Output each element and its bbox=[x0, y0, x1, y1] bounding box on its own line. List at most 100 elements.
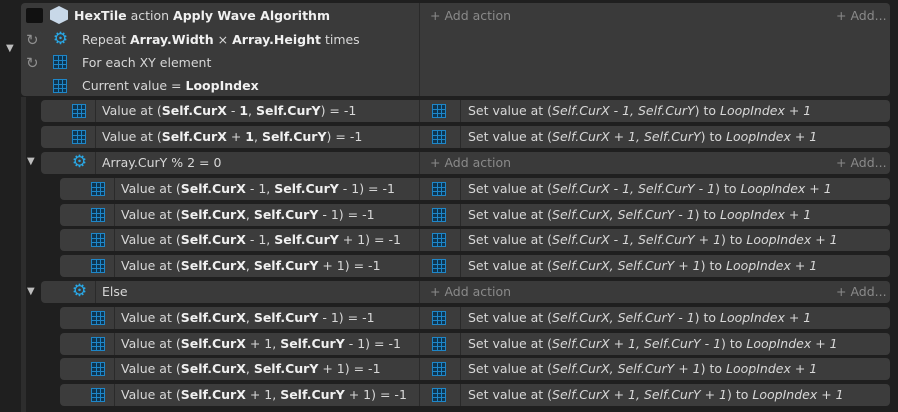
array-icon bbox=[432, 104, 446, 118]
header-add-action[interactable]: + Add action bbox=[430, 6, 511, 26]
group2-condition[interactable]: Else bbox=[102, 282, 128, 302]
sub-event-indent bbox=[21, 97, 26, 412]
system-gear-icon: ⚙ bbox=[71, 281, 88, 301]
group1-add-more[interactable]: + Add... bbox=[836, 153, 887, 173]
row-divider bbox=[419, 358, 420, 380]
action-header-title[interactable]: HexTile action Apply Wave Algorithm bbox=[74, 6, 330, 26]
for-each-condition[interactable]: For each XY element bbox=[82, 53, 211, 73]
condition-text[interactable]: Value at (Self.CurX, Self.CurY + 1) = -1 bbox=[121, 256, 381, 276]
row-icon-divider bbox=[114, 229, 115, 251]
group1-add-action[interactable]: + Add action bbox=[430, 153, 511, 173]
action-name: Apply Wave Algorithm bbox=[173, 8, 330, 23]
array-icon bbox=[53, 55, 67, 69]
condition-text[interactable]: Value at (Self.CurX + 1, Self.CurY) = -1 bbox=[102, 127, 362, 147]
action-text[interactable]: Set value at (Self.CurX + 1, Self.CurY +… bbox=[468, 385, 844, 405]
row-icon-divider bbox=[460, 384, 461, 406]
array-icon bbox=[91, 362, 105, 376]
array-icon bbox=[432, 337, 446, 351]
row-icon-divider bbox=[114, 384, 115, 406]
action-text[interactable]: Set value at (Self.CurX + 1, Self.CurY) … bbox=[468, 127, 817, 147]
array-icon bbox=[432, 182, 446, 196]
row-divider bbox=[419, 204, 420, 226]
repeat-gear-icon: ⚙ bbox=[52, 29, 69, 49]
array-icon bbox=[432, 259, 446, 273]
row-icon-divider bbox=[460, 178, 461, 200]
row-icon-divider bbox=[95, 126, 96, 148]
array-icon bbox=[432, 130, 446, 144]
row-divider bbox=[419, 307, 420, 329]
collapse-event-arrow[interactable]: ▼ bbox=[6, 44, 14, 54]
array-icon bbox=[91, 311, 105, 325]
row-icon-divider bbox=[460, 333, 461, 355]
array-icon bbox=[432, 208, 446, 222]
array-icon bbox=[72, 130, 86, 144]
row-icon-divider bbox=[460, 126, 461, 148]
row-icon-divider bbox=[114, 255, 115, 277]
row-divider bbox=[419, 100, 420, 122]
repeat-condition[interactable]: Repeat Array.Width × Array.Height times bbox=[82, 30, 360, 50]
array-icon bbox=[432, 362, 446, 376]
row-icon-divider bbox=[460, 100, 461, 122]
action-text[interactable]: Set value at (Self.CurX, Self.CurY + 1) … bbox=[468, 256, 817, 276]
condition-text[interactable]: Value at (Self.CurX, Self.CurY - 1) = -1 bbox=[121, 205, 375, 225]
array-icon bbox=[432, 388, 446, 402]
array-icon bbox=[91, 388, 105, 402]
collapse-group2-arrow[interactable]: ▼ bbox=[27, 287, 35, 297]
array-icon bbox=[432, 311, 446, 325]
row-icon-divider bbox=[460, 204, 461, 226]
row-divider bbox=[419, 229, 420, 251]
array-icon bbox=[72, 104, 86, 118]
condition-text[interactable]: Value at (Self.CurX + 1, Self.CurY - 1) … bbox=[121, 334, 401, 354]
condition-text[interactable]: Value at (Self.CurX - 1, Self.CurY - 1) … bbox=[121, 179, 395, 199]
row-icon-divider bbox=[460, 255, 461, 277]
action-text[interactable]: Set value at (Self.CurX, Self.CurY - 1) … bbox=[468, 205, 811, 225]
row-divider bbox=[419, 152, 420, 174]
action-text[interactable]: Set value at (Self.CurX, Self.CurY - 1) … bbox=[468, 308, 811, 328]
object-name: HexTile bbox=[74, 8, 127, 23]
collapse-group1-arrow[interactable]: ▼ bbox=[27, 157, 35, 167]
row-icon-divider bbox=[114, 358, 115, 380]
row-icon-divider bbox=[114, 333, 115, 355]
array-icon bbox=[91, 233, 105, 247]
array-icon bbox=[91, 337, 105, 351]
action-text[interactable]: Set value at (Self.CurX - 1, Self.CurY -… bbox=[468, 179, 832, 199]
row-icon-divider bbox=[114, 178, 115, 200]
condition-text[interactable]: Value at (Self.CurX - 1, Self.CurY + 1) … bbox=[121, 230, 401, 250]
row-icon-divider bbox=[460, 229, 461, 251]
action-text[interactable]: Set value at (Self.CurX - 1, Self.CurY) … bbox=[468, 101, 811, 121]
header-add-more[interactable]: + Add... bbox=[836, 6, 887, 26]
row-icon-divider bbox=[460, 358, 461, 380]
row-icon-divider bbox=[114, 307, 115, 329]
array-icon bbox=[91, 208, 105, 222]
action-text[interactable]: Set value at (Self.CurX - 1, Self.CurY +… bbox=[468, 230, 838, 250]
group2-add-action[interactable]: + Add action bbox=[430, 282, 511, 302]
condition-text[interactable]: Value at (Self.CurX + 1, Self.CurY + 1) … bbox=[121, 385, 407, 405]
behavior-icon bbox=[26, 8, 43, 23]
header-divider bbox=[419, 3, 420, 96]
row-divider bbox=[419, 333, 420, 355]
row-icon-divider bbox=[460, 307, 461, 329]
loop-icon: ↻ bbox=[26, 54, 39, 72]
array-icon bbox=[91, 259, 105, 273]
row-icon-divider bbox=[95, 100, 96, 122]
system-gear-icon: ⚙ bbox=[71, 152, 88, 172]
row-icon-divider bbox=[95, 281, 96, 303]
row-divider bbox=[419, 255, 420, 277]
condition-text[interactable]: Value at (Self.CurX, Self.CurY + 1) = -1 bbox=[121, 359, 381, 379]
current-value-condition[interactable]: Current value = LoopIndex bbox=[82, 76, 259, 96]
group2-add-more[interactable]: + Add... bbox=[836, 282, 887, 302]
row-divider bbox=[419, 126, 420, 148]
array-icon bbox=[53, 79, 67, 93]
array-icon bbox=[432, 233, 446, 247]
action-text[interactable]: Set value at (Self.CurX + 1, Self.CurY -… bbox=[468, 334, 838, 354]
condition-text[interactable]: Value at (Self.CurX - 1, Self.CurY) = -1 bbox=[102, 101, 356, 121]
row-divider bbox=[419, 178, 420, 200]
condition-text[interactable]: Value at (Self.CurX, Self.CurY - 1) = -1 bbox=[121, 308, 375, 328]
row-divider bbox=[419, 281, 420, 303]
row-icon-divider bbox=[95, 152, 96, 174]
group1-condition[interactable]: Array.CurY % 2 = 0 bbox=[102, 153, 221, 173]
action-text[interactable]: Set value at (Self.CurX, Self.CurY + 1) … bbox=[468, 359, 817, 379]
array-icon bbox=[91, 182, 105, 196]
row-divider bbox=[419, 384, 420, 406]
row-icon-divider bbox=[114, 204, 115, 226]
